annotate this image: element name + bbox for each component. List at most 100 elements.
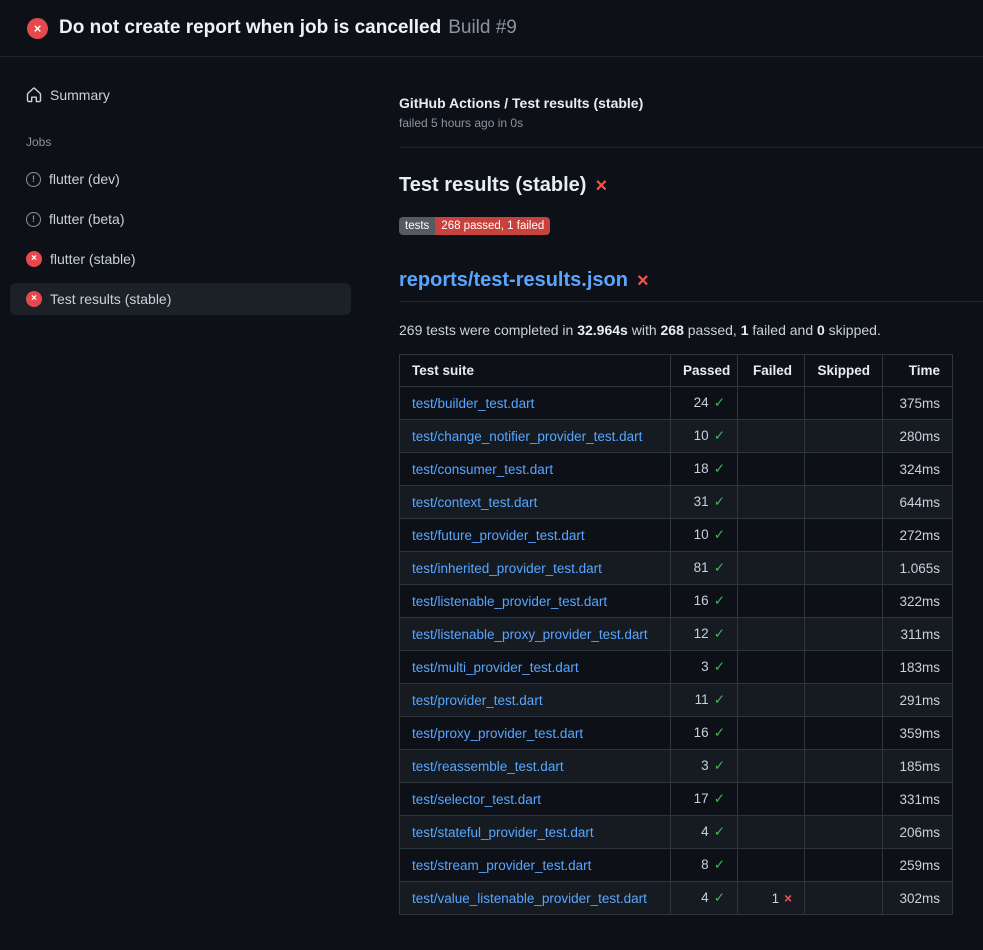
- passed-cell: 10✓: [671, 420, 738, 453]
- test-suite-cell: test/stateful_provider_test.dart: [400, 816, 671, 849]
- check-icon: ✓: [714, 527, 725, 542]
- build-title: Do not create report when job is cancell…: [59, 17, 441, 38]
- test-suite-link[interactable]: test/proxy_provider_test.dart: [412, 726, 583, 741]
- failed-x-icon: ×: [637, 271, 649, 291]
- col-header-passed: Passed: [671, 355, 738, 387]
- failed-x-icon: ×: [595, 176, 607, 196]
- build-failed-icon: ×: [27, 18, 48, 39]
- count: 3: [701, 659, 709, 674]
- table-row: test/builder_test.dart24✓375ms: [400, 387, 953, 420]
- col-header-test-suite: Test suite: [400, 355, 671, 387]
- home-icon: [26, 87, 42, 103]
- test-suite-cell: test/selector_test.dart: [400, 783, 671, 816]
- test-suite-link[interactable]: test/listenable_provider_test.dart: [412, 594, 607, 609]
- page-header: × Do not create report when job is cance…: [0, 0, 983, 57]
- time-cell: 375ms: [883, 387, 953, 420]
- time-cell: 272ms: [883, 519, 953, 552]
- cancelled-status-icon: !: [26, 172, 41, 187]
- check-icon: ✓: [714, 857, 725, 872]
- check-icon: ✓: [714, 659, 725, 674]
- main-content: GitHub Actions / Test results (stable) f…: [390, 57, 983, 915]
- test-suite-link[interactable]: test/context_test.dart: [412, 495, 537, 510]
- test-suite-link[interactable]: test/consumer_test.dart: [412, 462, 553, 477]
- skipped-cell: [805, 684, 883, 717]
- col-header-time: Time: [883, 355, 953, 387]
- report-heading: reports/test-results.json ×: [399, 269, 983, 302]
- summary-line: 269 tests were completed in 32.964s with…: [399, 322, 983, 338]
- section-title: Test results (stable) ×: [399, 174, 983, 197]
- sidebar-item-flutter-dev[interactable]: ! flutter (dev): [10, 163, 351, 195]
- time-cell: 185ms: [883, 750, 953, 783]
- test-suite-link[interactable]: test/stateful_provider_test.dart: [412, 825, 594, 840]
- sidebar-item-label: flutter (beta): [49, 211, 124, 227]
- passed-cell: 16✓: [671, 717, 738, 750]
- failed-cell: [738, 552, 805, 585]
- failed-cell: [738, 618, 805, 651]
- breadcrumb: GitHub Actions / Test results (stable): [399, 95, 983, 111]
- x-icon: ×: [784, 891, 792, 906]
- skipped-cell: [805, 816, 883, 849]
- test-suite-link[interactable]: test/selector_test.dart: [412, 792, 541, 807]
- skipped-cell: [805, 618, 883, 651]
- count: 16: [694, 593, 709, 608]
- table-row: test/consumer_test.dart18✓324ms: [400, 453, 953, 486]
- test-suite-link[interactable]: test/inherited_provider_test.dart: [412, 561, 602, 576]
- table-row: test/listenable_proxy_provider_test.dart…: [400, 618, 953, 651]
- jobs-section-label: Jobs: [10, 135, 351, 149]
- skipped-cell: [805, 750, 883, 783]
- passed-cell: 3✓: [671, 750, 738, 783]
- table-row: test/selector_test.dart 17 ✓ 331ms: [400, 783, 953, 816]
- failed-cell: [738, 519, 805, 552]
- sidebar-item-summary[interactable]: Summary: [10, 79, 351, 111]
- section-title-text: Test results (stable): [399, 174, 586, 197]
- passed-cell: 18✓: [671, 453, 738, 486]
- table-row: test/future_provider_test.dart10✓272ms: [400, 519, 953, 552]
- check-icon: ✓: [714, 758, 725, 773]
- test-suite-link[interactable]: test/builder_test.dart: [412, 396, 534, 411]
- results-table: Test suite Passed Failed Skipped Time te…: [399, 354, 953, 915]
- col-header-skipped: Skipped: [805, 355, 883, 387]
- count: 24: [694, 395, 709, 410]
- summary-segment: 0: [817, 322, 825, 338]
- failed-cell: [738, 684, 805, 717]
- badge-label: tests: [399, 217, 435, 235]
- test-suite-link[interactable]: test/stream_provider_test.dart: [412, 858, 591, 873]
- skipped-cell: [805, 783, 883, 816]
- time-cell: 302ms: [883, 882, 953, 915]
- table-row: test/context_test.dart31✓644ms: [400, 486, 953, 519]
- table-row: test/stateful_provider_test.dart4✓206ms: [400, 816, 953, 849]
- report-link[interactable]: reports/test-results.json: [399, 269, 628, 292]
- count: 17: [694, 791, 709, 806]
- test-suite-link[interactable]: test/multi_provider_test.dart: [412, 660, 579, 675]
- count: 10: [694, 428, 709, 443]
- time-cell: 331ms: [883, 783, 953, 816]
- test-suite-link[interactable]: test/value_listenable_provider_test.dart: [412, 891, 647, 906]
- summary-segment: passed,: [684, 322, 741, 338]
- sidebar-item-test-results-stable[interactable]: × Test results (stable): [10, 283, 351, 315]
- check-icon: ✓: [714, 593, 725, 608]
- test-suite-cell: test/proxy_provider_test.dart: [400, 717, 671, 750]
- failed-cell: [738, 420, 805, 453]
- check-icon: ✓: [714, 692, 725, 707]
- test-suite-link[interactable]: test/reassemble_test.dart: [412, 759, 564, 774]
- time-cell: 644ms: [883, 486, 953, 519]
- test-suite-link[interactable]: test/future_provider_test.dart: [412, 528, 585, 543]
- test-suite-link[interactable]: test/change_notifier_provider_test.dart: [412, 429, 642, 444]
- sidebar-item-label: flutter (dev): [49, 171, 120, 187]
- test-suite-link[interactable]: test/listenable_proxy_provider_test.dart: [412, 627, 648, 642]
- results-table-body: test/builder_test.dart 24 ✓ 375ms test/chang…: [400, 387, 953, 915]
- test-suite-cell: test/inherited_provider_test.dart: [400, 552, 671, 585]
- check-icon: ✓: [714, 791, 725, 806]
- time-cell: 280ms: [883, 420, 953, 453]
- sidebar-item-flutter-beta[interactable]: ! flutter (beta): [10, 203, 351, 235]
- skipped-cell: [805, 486, 883, 519]
- test-suite-link[interactable]: test/provider_test.dart: [412, 693, 543, 708]
- divider: [399, 147, 983, 148]
- failed-cell: [738, 783, 805, 816]
- sidebar: Summary Jobs ! flutter (dev) ! flutter (…: [0, 57, 390, 915]
- sidebar-item-flutter-stable[interactable]: × flutter (stable): [10, 243, 351, 275]
- failed-cell: [738, 453, 805, 486]
- failed-cell: [738, 651, 805, 684]
- skipped-cell: [805, 519, 883, 552]
- count: 4: [701, 890, 709, 905]
